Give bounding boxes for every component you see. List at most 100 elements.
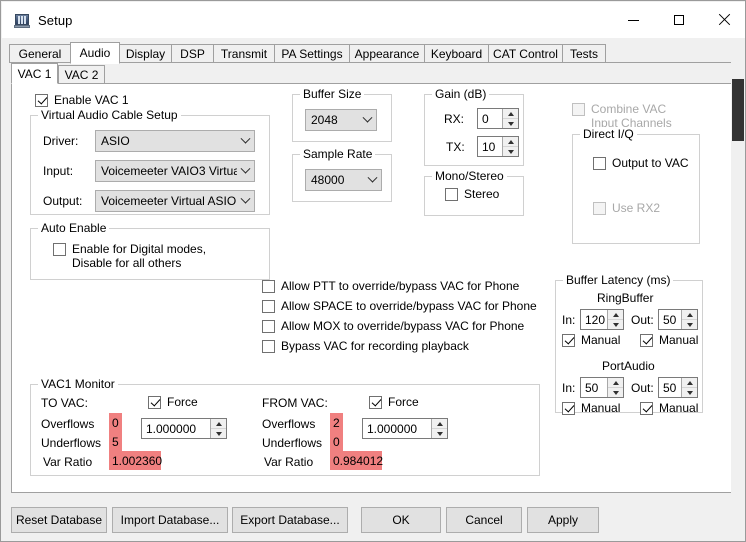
buffer-latency-group: Buffer Latency (ms) RingBuffer In: 120 O…: [555, 273, 703, 415]
auto-enable-checkbox[interactable]: Enable for Digital modes, Disable for al…: [53, 242, 253, 270]
tab-general[interactable]: General: [9, 44, 71, 63]
to-vac-force-checkbox[interactable]: Force: [148, 395, 198, 409]
output-value: Voicemeeter Virtual ASIO: [101, 194, 237, 208]
from-vac-force-checkbox[interactable]: Force: [369, 395, 419, 409]
maximize-icon: [673, 15, 684, 25]
pa-out-spinner[interactable]: 50: [658, 377, 698, 398]
chevron-down-icon: [237, 133, 254, 145]
spinner-up-icon[interactable]: [503, 137, 518, 146]
spinner-buttons[interactable]: [431, 419, 447, 438]
spinner-buttons[interactable]: [607, 310, 623, 329]
allow-mox-override-checkbox[interactable]: Allow MOX to override/bypass VAC for Pho…: [262, 319, 524, 333]
apply-button[interactable]: Apply: [527, 507, 599, 533]
cancel-button[interactable]: Cancel: [446, 507, 522, 533]
tab-display[interactable]: Display: [119, 44, 172, 63]
from-vac-force-value-spinner[interactable]: 1.000000: [362, 418, 448, 439]
ring-out-label: Out:: [631, 313, 654, 327]
reset-database-button[interactable]: Reset Database: [11, 507, 107, 533]
combine-vac-input-channels-checkbox[interactable]: Combine VAC Input Channels: [572, 102, 702, 130]
buffer-size-dropdown[interactable]: 2048: [305, 109, 377, 131]
output-dropdown[interactable]: Voicemeeter Virtual ASIO: [95, 190, 255, 212]
spinner-down-icon[interactable]: [503, 118, 518, 128]
spinner-up-icon[interactable]: [682, 310, 697, 319]
spinner-down-icon[interactable]: [211, 428, 226, 438]
portaudio-label: PortAudio: [602, 359, 655, 373]
spinner-down-icon[interactable]: [503, 146, 518, 156]
ring-in-manual-checkbox[interactable]: Manual: [562, 333, 620, 347]
tab-keyboard[interactable]: Keyboard: [424, 44, 489, 63]
enable-vac1-checkbox[interactable]: Enable VAC 1: [35, 93, 129, 107]
subtab-vac-1[interactable]: VAC 1: [11, 63, 58, 84]
bypass-vac-recording-checkbox[interactable]: Bypass VAC for recording playback: [262, 339, 469, 353]
spinner-buttons[interactable]: [502, 137, 518, 156]
checkbox-box: [262, 280, 275, 293]
to-vac-var-ratio-value: 1.002360: [109, 451, 162, 470]
tab-cat-control[interactable]: CAT Control: [488, 44, 563, 63]
spinner-down-icon[interactable]: [682, 387, 697, 397]
vertical-scrollbar-thumb[interactable]: [732, 79, 744, 141]
export-database-button[interactable]: Export Database...: [232, 507, 348, 533]
maximize-button[interactable]: [656, 2, 701, 38]
to-vac-force-value-spinner[interactable]: 1.000000: [141, 418, 227, 439]
tab-dsp[interactable]: DSP: [171, 44, 214, 63]
tab-pa-settings[interactable]: PA Settings: [274, 44, 350, 63]
vertical-scrollbar-track[interactable]: [731, 39, 745, 541]
spinner-down-icon[interactable]: [432, 428, 447, 438]
pa-out-manual-checkbox[interactable]: Manual: [640, 401, 698, 415]
output-to-vac-label: Output to VAC: [612, 156, 689, 170]
pa-in-value: 50: [585, 380, 599, 395]
allow-space-override-checkbox[interactable]: Allow SPACE to override/bypass VAC for P…: [262, 299, 537, 313]
from-vac-underflows-label: Underflows: [262, 436, 323, 450]
spinner-up-icon[interactable]: [432, 419, 447, 428]
pa-in-manual-checkbox[interactable]: Manual: [562, 401, 620, 415]
spinner-down-icon[interactable]: [682, 319, 697, 329]
ok-button[interactable]: OK: [361, 507, 441, 533]
spinner-buttons[interactable]: [681, 378, 697, 397]
sample-rate-dropdown[interactable]: 48000: [305, 169, 382, 191]
ring-out-spinner[interactable]: 50: [658, 309, 698, 330]
spinner-up-icon[interactable]: [608, 378, 623, 387]
spinner-down-icon[interactable]: [608, 319, 623, 329]
checkbox-box: [640, 402, 653, 415]
group-title: VAC1 Monitor: [38, 377, 118, 391]
spinner-up-icon[interactable]: [682, 378, 697, 387]
spinner-buttons[interactable]: [681, 310, 697, 329]
spinner-buttons[interactable]: [502, 109, 518, 128]
spinner-buttons[interactable]: [210, 419, 226, 438]
spinner-down-icon[interactable]: [608, 387, 623, 397]
ring-in-manual-label: Manual: [581, 333, 621, 347]
subtab-vac-2[interactable]: VAC 2: [58, 65, 105, 84]
stereo-checkbox[interactable]: Stereo: [445, 187, 499, 201]
gain-rx-spinner[interactable]: 0: [477, 108, 519, 129]
tab-label: Audio: [79, 46, 111, 60]
spinner-up-icon[interactable]: [608, 310, 623, 319]
use-rx2-checkbox[interactable]: Use RX2: [593, 201, 660, 215]
allow-ptt-override-checkbox[interactable]: Allow PTT to override/bypass VAC for Pho…: [262, 279, 519, 293]
sample-rate-group: Sample Rate 48000: [292, 147, 392, 202]
tab-audio[interactable]: Audio: [70, 42, 120, 64]
tab-transmit[interactable]: Transmit: [213, 44, 275, 63]
tab-label: PA Settings: [281, 46, 343, 61]
tab-appearance[interactable]: Appearance: [349, 44, 425, 63]
input-dropdown[interactable]: Voicemeeter VAIO3 Virtual A: [95, 160, 255, 182]
minimize-icon: [628, 19, 639, 21]
spinner-buttons[interactable]: [607, 378, 623, 397]
pa-in-spinner[interactable]: 50: [580, 377, 624, 398]
chevron-down-icon: [364, 172, 381, 184]
gain-tx-spinner[interactable]: 10: [477, 136, 519, 157]
ring-in-spinner[interactable]: 120: [580, 309, 624, 330]
to-vac-overflows-value: 0: [109, 413, 122, 432]
minimize-button[interactable]: [611, 2, 656, 38]
button-label: Reset Database: [15, 513, 103, 527]
output-to-vac-checkbox[interactable]: Output to VAC: [593, 156, 688, 170]
ring-out-manual-checkbox[interactable]: Manual: [640, 333, 698, 347]
driver-dropdown[interactable]: ASIO: [95, 130, 255, 152]
tab-label: General: [18, 46, 62, 61]
spinner-up-icon[interactable]: [503, 109, 518, 118]
close-button[interactable]: [701, 2, 745, 38]
auto-enable-group: Auto Enable Enable for Digital modes, Di…: [30, 221, 270, 280]
button-label: Export Database...: [240, 513, 340, 527]
import-database-button[interactable]: Import Database...: [112, 507, 228, 533]
tab-tests[interactable]: Tests: [562, 44, 606, 63]
spinner-up-icon[interactable]: [211, 419, 226, 428]
